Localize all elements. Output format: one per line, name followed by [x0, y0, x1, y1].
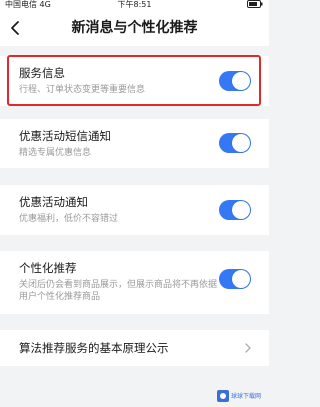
setting-desc: 关闭后仍会看到商品展示，但展示商品将不再依据用户个性化推荐商品 [19, 280, 218, 302]
status-time: 下午8:51 [117, 0, 152, 9]
toggle-knob [232, 270, 250, 288]
algorithm-disclosure-row[interactable]: 算法推荐服务的基本原理公示 [0, 330, 269, 366]
personalized-toggle[interactable] [219, 269, 251, 289]
site-watermark: 球球下载网 [217, 389, 265, 403]
toggle-knob [232, 72, 250, 90]
setting-title: 优惠活动通知 [19, 195, 88, 209]
promo-notify-toggle[interactable] [219, 200, 251, 220]
service-info-toggle[interactable] [219, 71, 251, 91]
setting-desc: 行程、订单状态变更等重要信息 [19, 85, 146, 95]
page-title: 新消息与个性化推荐 [71, 20, 198, 36]
setting-row-promo-sms: 优惠活动短信通知 精选专属优惠信息 [0, 119, 269, 168]
site-logo-icon [217, 390, 229, 402]
setting-title: 服务信息 [19, 66, 65, 80]
status-bar: 中国电信 4G 下午8:51 [0, 0, 269, 10]
setting-title: 个性化推荐 [19, 261, 77, 275]
setting-row-service-info: 服务信息 行程、订单状态变更等重要信息 [0, 56, 269, 106]
setting-desc: 优惠福利，低价不容错过 [19, 214, 119, 224]
setting-desc: 精选专属优惠信息 [19, 148, 92, 158]
setting-row-personalized: 个性化推荐 关闭后仍会看到商品展示，但展示商品将不再依据用户个性化推荐商品 [0, 251, 269, 314]
chevron-right-icon [245, 343, 251, 353]
nav-header: 新消息与个性化推荐 [0, 10, 269, 46]
algorithm-disclosure-label: 算法推荐服务的基本原理公示 [19, 341, 169, 355]
toggle-knob [232, 201, 250, 219]
toggle-knob [232, 134, 250, 152]
setting-row-promo-notify: 优惠活动通知 优惠福利，低价不容错过 [0, 185, 269, 235]
watermark-text: 球球下载网 [231, 392, 262, 400]
setting-title: 优惠活动短信通知 [19, 129, 111, 143]
promo-sms-toggle[interactable] [219, 133, 251, 153]
